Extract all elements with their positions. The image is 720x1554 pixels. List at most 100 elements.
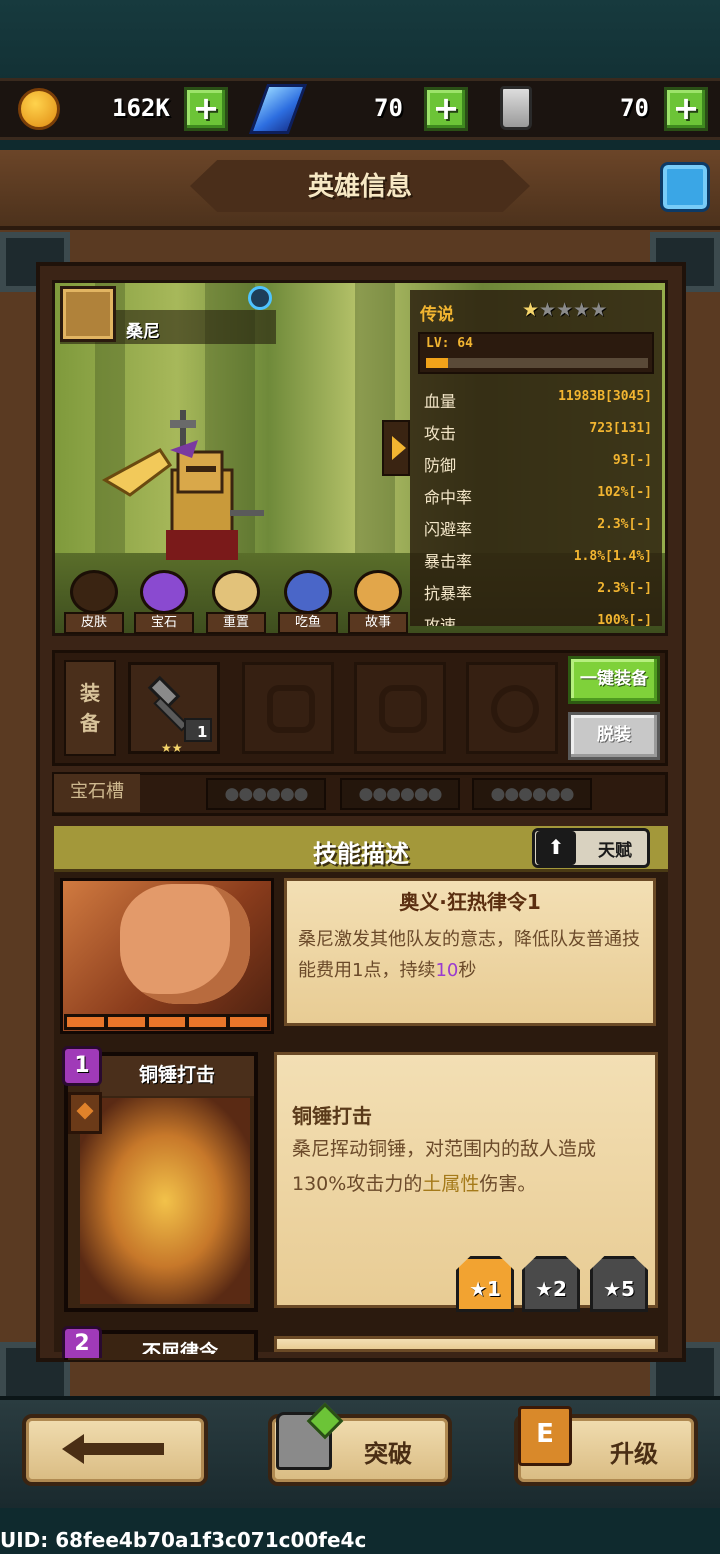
stat-row: 命中率 102%[-] [424, 480, 652, 510]
stat-row: 防御 93[-] [424, 448, 652, 478]
stat-row: 攻击 723[131] [424, 416, 652, 446]
gold-coin-icon [18, 88, 60, 130]
skin-button[interactable]: 皮肤 [64, 568, 124, 634]
stat-value: 1.8%[1.4%] [573, 549, 652, 564]
stat-label: 防御 [424, 456, 457, 475]
skill-level-badge-2[interactable]: ★2 [522, 1256, 580, 1312]
weapon-level: 1 [197, 723, 208, 741]
flame-art-icon [80, 1098, 250, 1304]
hero-face-art [120, 884, 250, 1004]
hero-portrait-icon [60, 286, 116, 342]
gem-slot-1[interactable]: ●●●●●● [206, 778, 326, 810]
eat-fish-button[interactable]: 吃鱼 [278, 568, 338, 634]
hero-name: 桑尼 [126, 322, 160, 342]
stats-panel: 传说 ★★★★★ LV: 64 血量 11983B[3045] 攻击 723[131]… [410, 290, 662, 626]
gem-slot-dots: ●●●●●● [224, 784, 308, 804]
stat-label: 暴击率 [424, 552, 473, 571]
equipment-tab-label: 装备 [80, 681, 100, 735]
skill-description-title: 铜锤打击 [292, 1104, 372, 1128]
star-empty-icon: ★ [539, 299, 557, 321]
equip-all-button[interactable]: 一键装备 [568, 656, 660, 704]
skill-level-badge-5[interactable]: ★5 [590, 1256, 648, 1312]
skill-desc-suffix: 伤害。 [479, 1173, 537, 1195]
ultimate-name: 奥义·狂热律令1 [399, 890, 541, 914]
add-gems-button[interactable]: + [424, 87, 468, 131]
page-title: 英雄信息 [307, 172, 412, 202]
stat-row: 抗暴率 2.3%[-] [424, 576, 652, 606]
stat-value: 11983B[3045] [558, 389, 652, 404]
star-empty-icon: ★ [590, 299, 608, 321]
stat-label: 血量 [424, 392, 457, 411]
stat-row: 攻速 100%[-] [424, 608, 652, 626]
equip-slot-accessory[interactable] [466, 662, 558, 754]
next-hero-arrow-button[interactable] [382, 420, 410, 476]
stat-value: 102%[-] [597, 485, 652, 500]
level-box: LV: 64 [418, 332, 654, 374]
arrow-up-icon: ⬆ [536, 831, 576, 865]
star-filled-icon: ★ [522, 299, 540, 321]
skill-description-text: 桑尼挥动铜锤，对范围内的敌人造成130%攻击力的土属性伤害。 [292, 1132, 642, 1202]
stat-label: 命中率 [424, 488, 473, 507]
exp-book-icon: E [518, 1406, 572, 1466]
skill-cost-badge: 2 [62, 1326, 102, 1358]
currency-bar [0, 78, 720, 140]
gem-slot-3[interactable]: ●●●●●● [472, 778, 592, 810]
level-progress-bar [426, 358, 648, 368]
reset-button[interactable]: 重置 [206, 568, 266, 634]
gem-label: 宝石 [134, 612, 194, 634]
skill-2-description-box [274, 1336, 658, 1352]
stat-value: 2.3%[-] [597, 581, 652, 596]
earth-element-icon [68, 1092, 102, 1134]
ultimate-description: 桑尼激发其他队友的意志，降低队友普通技能费用1点，持续10秒 [298, 924, 642, 986]
hero-sprite [101, 410, 264, 560]
stat-value: 93[-] [612, 453, 652, 468]
star-empty-icon: ★ [573, 299, 591, 321]
add-potions-button[interactable]: + [664, 87, 708, 131]
reset-label: 重置 [206, 612, 266, 634]
stat-label: 闪避率 [424, 520, 473, 539]
stat-label: 攻速 [424, 616, 457, 626]
talent-label: 天赋 [598, 841, 632, 861]
gem-slot-2[interactable]: ●●●●●● [340, 778, 460, 810]
gem-button[interactable]: 宝石 [134, 568, 194, 634]
scroll-icon [354, 570, 402, 614]
story-label: 故事 [348, 612, 408, 634]
user-id: UID: 68fee4b70a1f3c071c00fe4c [0, 1528, 367, 1552]
add-gold-button[interactable]: + [184, 87, 228, 131]
gem-slot-label: 宝石槽 [54, 774, 140, 812]
back-arrow-icon [62, 1434, 164, 1464]
story-button[interactable]: 故事 [348, 568, 408, 634]
skin-label: 皮肤 [64, 612, 124, 634]
stat-value: 2.3%[-] [597, 517, 652, 532]
helmet-icon [267, 685, 315, 733]
stat-value: 723[131] [589, 421, 652, 436]
stat-label: 攻击 [424, 424, 457, 443]
info-icon[interactable] [248, 286, 272, 310]
potion-amount: 70 [620, 94, 649, 122]
stat-label: 抗暴率 [424, 584, 473, 603]
ultimate-duration: 10 [435, 960, 459, 981]
ultimate-energy-bar [64, 1014, 270, 1030]
gem-slot-dots: ●●●●●● [490, 784, 574, 804]
unequip-button[interactable]: 脱装 [568, 712, 660, 760]
skill-cost-badge: 1 [62, 1046, 102, 1086]
help-button[interactable] [660, 162, 710, 212]
armor-slot-icon [379, 685, 427, 733]
star-empty-icon: ★ [556, 299, 574, 321]
armor-icon [70, 570, 118, 614]
level-label: LV: 64 [426, 336, 473, 351]
equip-slot-weapon[interactable]: 1 ★★ [128, 662, 220, 755]
hero-actions: 皮肤 宝石 重置 吃鱼 故事 [64, 568, 410, 634]
equip-slot-helmet[interactable] [242, 662, 334, 754]
breakthrough-label: 突破 [364, 1440, 412, 1468]
fish-icon [284, 570, 332, 614]
stat-value: 100%[-] [597, 613, 652, 626]
stat-row: 闪避率 2.3%[-] [424, 512, 652, 542]
weapon-stars: ★★ [161, 741, 183, 755]
skill-level-badge-1[interactable]: ★1 [456, 1256, 514, 1312]
skill-card-name: 铜锤打击 [100, 1056, 254, 1096]
stat-row: 血量 11983B[3045] [424, 384, 652, 414]
equip-slot-armor[interactable] [354, 662, 446, 754]
rarity-label: 传说 [420, 305, 454, 325]
stat-row: 暴击率 1.8%[1.4%] [424, 544, 652, 574]
